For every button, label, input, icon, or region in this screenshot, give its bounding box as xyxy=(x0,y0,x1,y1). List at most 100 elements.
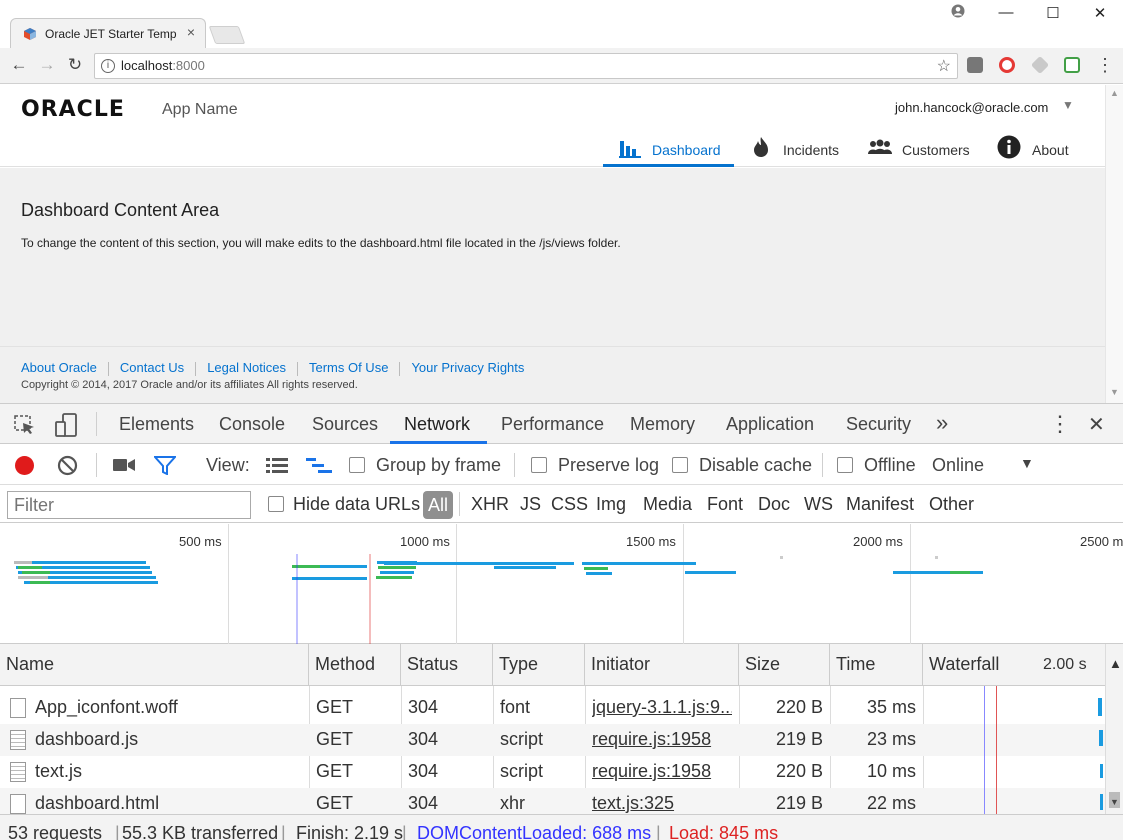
table-row[interactable]: text.js GET 304 script require.js:1958 2… xyxy=(0,756,1105,788)
oracle-logo[interactable]: ORACLE xyxy=(21,97,125,122)
devtools-menu-icon[interactable]: ⋮ xyxy=(1049,411,1071,437)
summary-finish: Finish: 2.19 s xyxy=(296,823,404,840)
cell-initiator-link[interactable]: require.js:1958 xyxy=(592,729,732,750)
scroll-down-arrow-icon[interactable]: ▼ xyxy=(1110,387,1119,397)
record-button[interactable] xyxy=(15,456,34,475)
url-host: localhost xyxy=(121,58,173,73)
table-row[interactable]: App_iconfont.woff GET 304 font jquery-3.… xyxy=(0,692,1105,724)
cell-size: 220 B xyxy=(775,761,823,781)
footer-link-about-oracle[interactable]: About Oracle xyxy=(21,360,97,375)
offline-label: Offline xyxy=(864,455,916,475)
address-bar[interactable]: i localhost:8000 ☆ xyxy=(94,53,958,79)
device-toolbar-icon[interactable] xyxy=(55,413,77,437)
cell-initiator-link[interactable]: text.js:325 xyxy=(592,793,732,814)
clear-icon[interactable] xyxy=(57,455,78,476)
table-row[interactable]: dashboard.html GET 304 xhr text.js:325 2… xyxy=(0,788,1105,814)
preserve-log-checkbox[interactable] xyxy=(531,457,547,473)
cell-initiator-link[interactable]: jquery-3.1.1.js:9... xyxy=(592,697,732,718)
forward-button[interactable]: → xyxy=(36,55,58,75)
offline-checkbox[interactable] xyxy=(837,457,853,473)
tab-close-icon[interactable]: × xyxy=(187,24,195,40)
close-window-button[interactable]: ✕ xyxy=(1080,4,1120,22)
filter-font[interactable]: Font xyxy=(707,494,743,515)
back-button[interactable]: ← xyxy=(8,55,30,75)
cell-status: 304 xyxy=(408,793,439,813)
filter-xhr[interactable]: XHR xyxy=(471,494,509,515)
tab-memory[interactable]: Memory xyxy=(630,414,695,435)
column-header-name-label: Name xyxy=(6,654,55,674)
column-header-status-label: Status xyxy=(407,654,459,674)
column-header-method[interactable]: Method xyxy=(309,644,401,686)
overview-waterfall-icon[interactable] xyxy=(306,458,332,474)
footer-link-legal-notices[interactable]: Legal Notices xyxy=(207,360,286,375)
throttling-caret-icon[interactable]: ▼ xyxy=(1020,455,1034,471)
site-info-icon[interactable]: i xyxy=(101,59,115,73)
filter-doc[interactable]: Doc xyxy=(758,494,790,515)
cube-extension-icon[interactable] xyxy=(1030,55,1050,75)
browser-tab[interactable]: Oracle JET Starter Templa × xyxy=(10,18,206,48)
tab-performance[interactable]: Performance xyxy=(501,414,604,435)
hide-data-urls-checkbox[interactable] xyxy=(268,496,284,512)
filter-input[interactable] xyxy=(7,491,251,519)
group-by-frame-checkbox[interactable] xyxy=(349,457,365,473)
nav-about[interactable]: About xyxy=(997,131,1087,167)
cell-initiator-link[interactable]: require.js:1958 xyxy=(592,761,732,782)
throttling-select[interactable]: Online xyxy=(932,455,984,476)
nav-customers[interactable]: Customers xyxy=(867,131,977,167)
sort-ascending-icon[interactable]: ▲ xyxy=(1109,656,1122,671)
filter-other[interactable]: Other xyxy=(929,494,974,515)
column-header-type[interactable]: Type xyxy=(493,644,585,686)
tv-extension-icon[interactable] xyxy=(1064,57,1080,73)
bookmark-star-icon[interactable]: ☆ xyxy=(937,56,951,76)
column-header-waterfall-label: Waterfall xyxy=(929,654,1000,674)
profile-icon[interactable] xyxy=(938,4,978,22)
filter-funnel-icon[interactable] xyxy=(154,456,176,475)
filter-js[interactable]: JS xyxy=(520,494,541,515)
tab-security[interactable]: Security xyxy=(846,414,911,435)
footer-link-privacy-rights[interactable]: Your Privacy Rights xyxy=(411,360,524,375)
devtools-close-icon[interactable]: ✕ xyxy=(1088,412,1105,437)
network-overview[interactable]: 500 ms 1000 ms 1500 ms 2000 ms 2500 ms xyxy=(0,524,1123,644)
filter-manifest[interactable]: Manifest xyxy=(846,494,914,515)
table-row[interactable]: dashboard.js GET 304 script require.js:1… xyxy=(0,724,1105,756)
nav-incidents[interactable]: Incidents xyxy=(749,131,849,167)
tab-console[interactable]: Console xyxy=(219,414,285,435)
new-tab-button[interactable] xyxy=(208,26,246,44)
user-menu-caret-icon[interactable]: ▼ xyxy=(1062,98,1074,112)
disable-cache-checkbox[interactable] xyxy=(672,457,688,473)
reload-button[interactable]: ↻ xyxy=(64,55,86,75)
summary-transferred: 55.3 KB transferred xyxy=(122,823,279,840)
column-header-time[interactable]: Time xyxy=(830,644,923,686)
tab-application[interactable]: Application xyxy=(726,414,814,435)
extension-icon[interactable] xyxy=(967,57,983,73)
filter-all[interactable]: All xyxy=(423,491,453,519)
browser-menu-icon[interactable]: ⋮ xyxy=(1094,55,1116,76)
column-header-size[interactable]: Size xyxy=(739,644,830,686)
nav-dashboard[interactable]: Dashboard xyxy=(603,131,734,167)
column-header-waterfall[interactable]: Waterfall 2.00 s xyxy=(923,644,1105,686)
tab-elements[interactable]: Elements xyxy=(119,414,194,435)
inspect-element-icon[interactable] xyxy=(14,415,36,435)
filter-css[interactable]: CSS xyxy=(551,494,588,515)
large-rows-icon[interactable] xyxy=(266,458,288,474)
page-scrollbar[interactable]: ▲ ▼ xyxy=(1105,85,1123,403)
more-tabs-icon[interactable]: » xyxy=(936,410,948,436)
scroll-up-arrow-icon[interactable]: ▲ xyxy=(1110,88,1119,98)
column-header-status[interactable]: Status xyxy=(401,644,493,686)
filter-media[interactable]: Media xyxy=(643,494,692,515)
cell-type: script xyxy=(500,761,544,781)
opera-icon[interactable] xyxy=(999,57,1015,73)
tab-sources[interactable]: Sources xyxy=(312,414,378,435)
filter-ws[interactable]: WS xyxy=(804,494,833,515)
screenshot-camera-icon[interactable] xyxy=(113,458,135,472)
column-header-initiator[interactable]: Initiator xyxy=(585,644,739,686)
user-menu[interactable]: john.hancock@oracle.com xyxy=(895,100,1048,115)
filter-img[interactable]: Img xyxy=(596,494,626,515)
column-header-name[interactable]: Name xyxy=(0,644,309,686)
tab-network[interactable]: Network xyxy=(404,414,470,435)
maximize-button[interactable]: ☐ xyxy=(1033,4,1073,22)
minimize-button[interactable]: — xyxy=(986,4,1026,21)
footer-link-contact-us[interactable]: Contact Us xyxy=(120,360,184,375)
footer-link-terms-of-use[interactable]: Terms Of Use xyxy=(309,360,388,375)
cell-time: 10 ms xyxy=(866,761,916,781)
